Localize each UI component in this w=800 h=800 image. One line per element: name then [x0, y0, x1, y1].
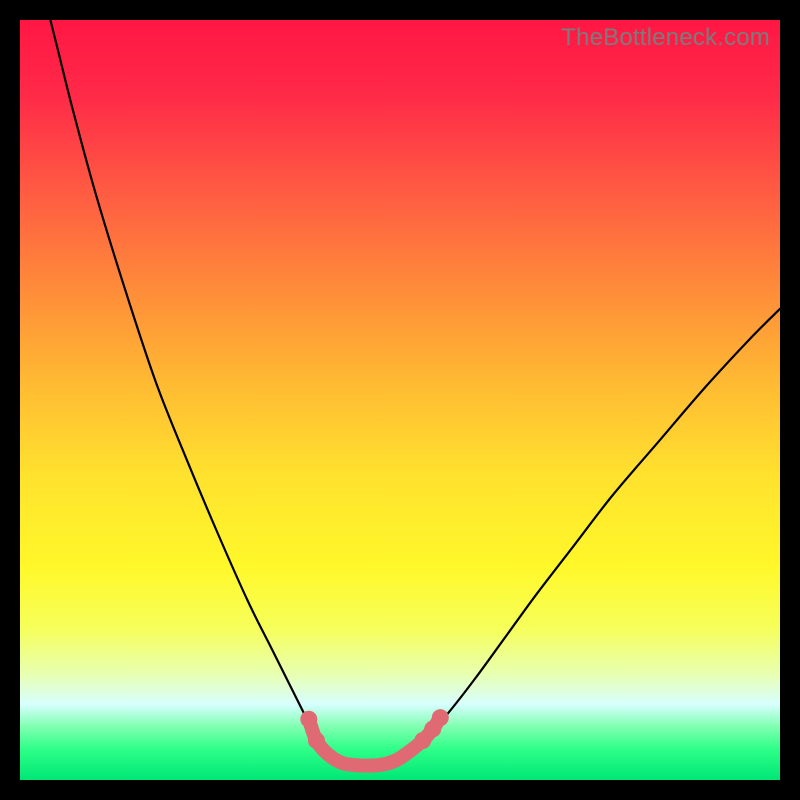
watermark-text: TheBottleneck.com [561, 24, 770, 52]
bottleneck-chart [20, 20, 780, 780]
chart-frame: TheBottleneck.com [20, 20, 780, 780]
optimal-range-dot [300, 711, 317, 728]
optimal-range-dot [308, 732, 325, 749]
chart-background [20, 20, 780, 780]
optimal-range-dot [432, 709, 449, 726]
plot-area [20, 20, 780, 780]
